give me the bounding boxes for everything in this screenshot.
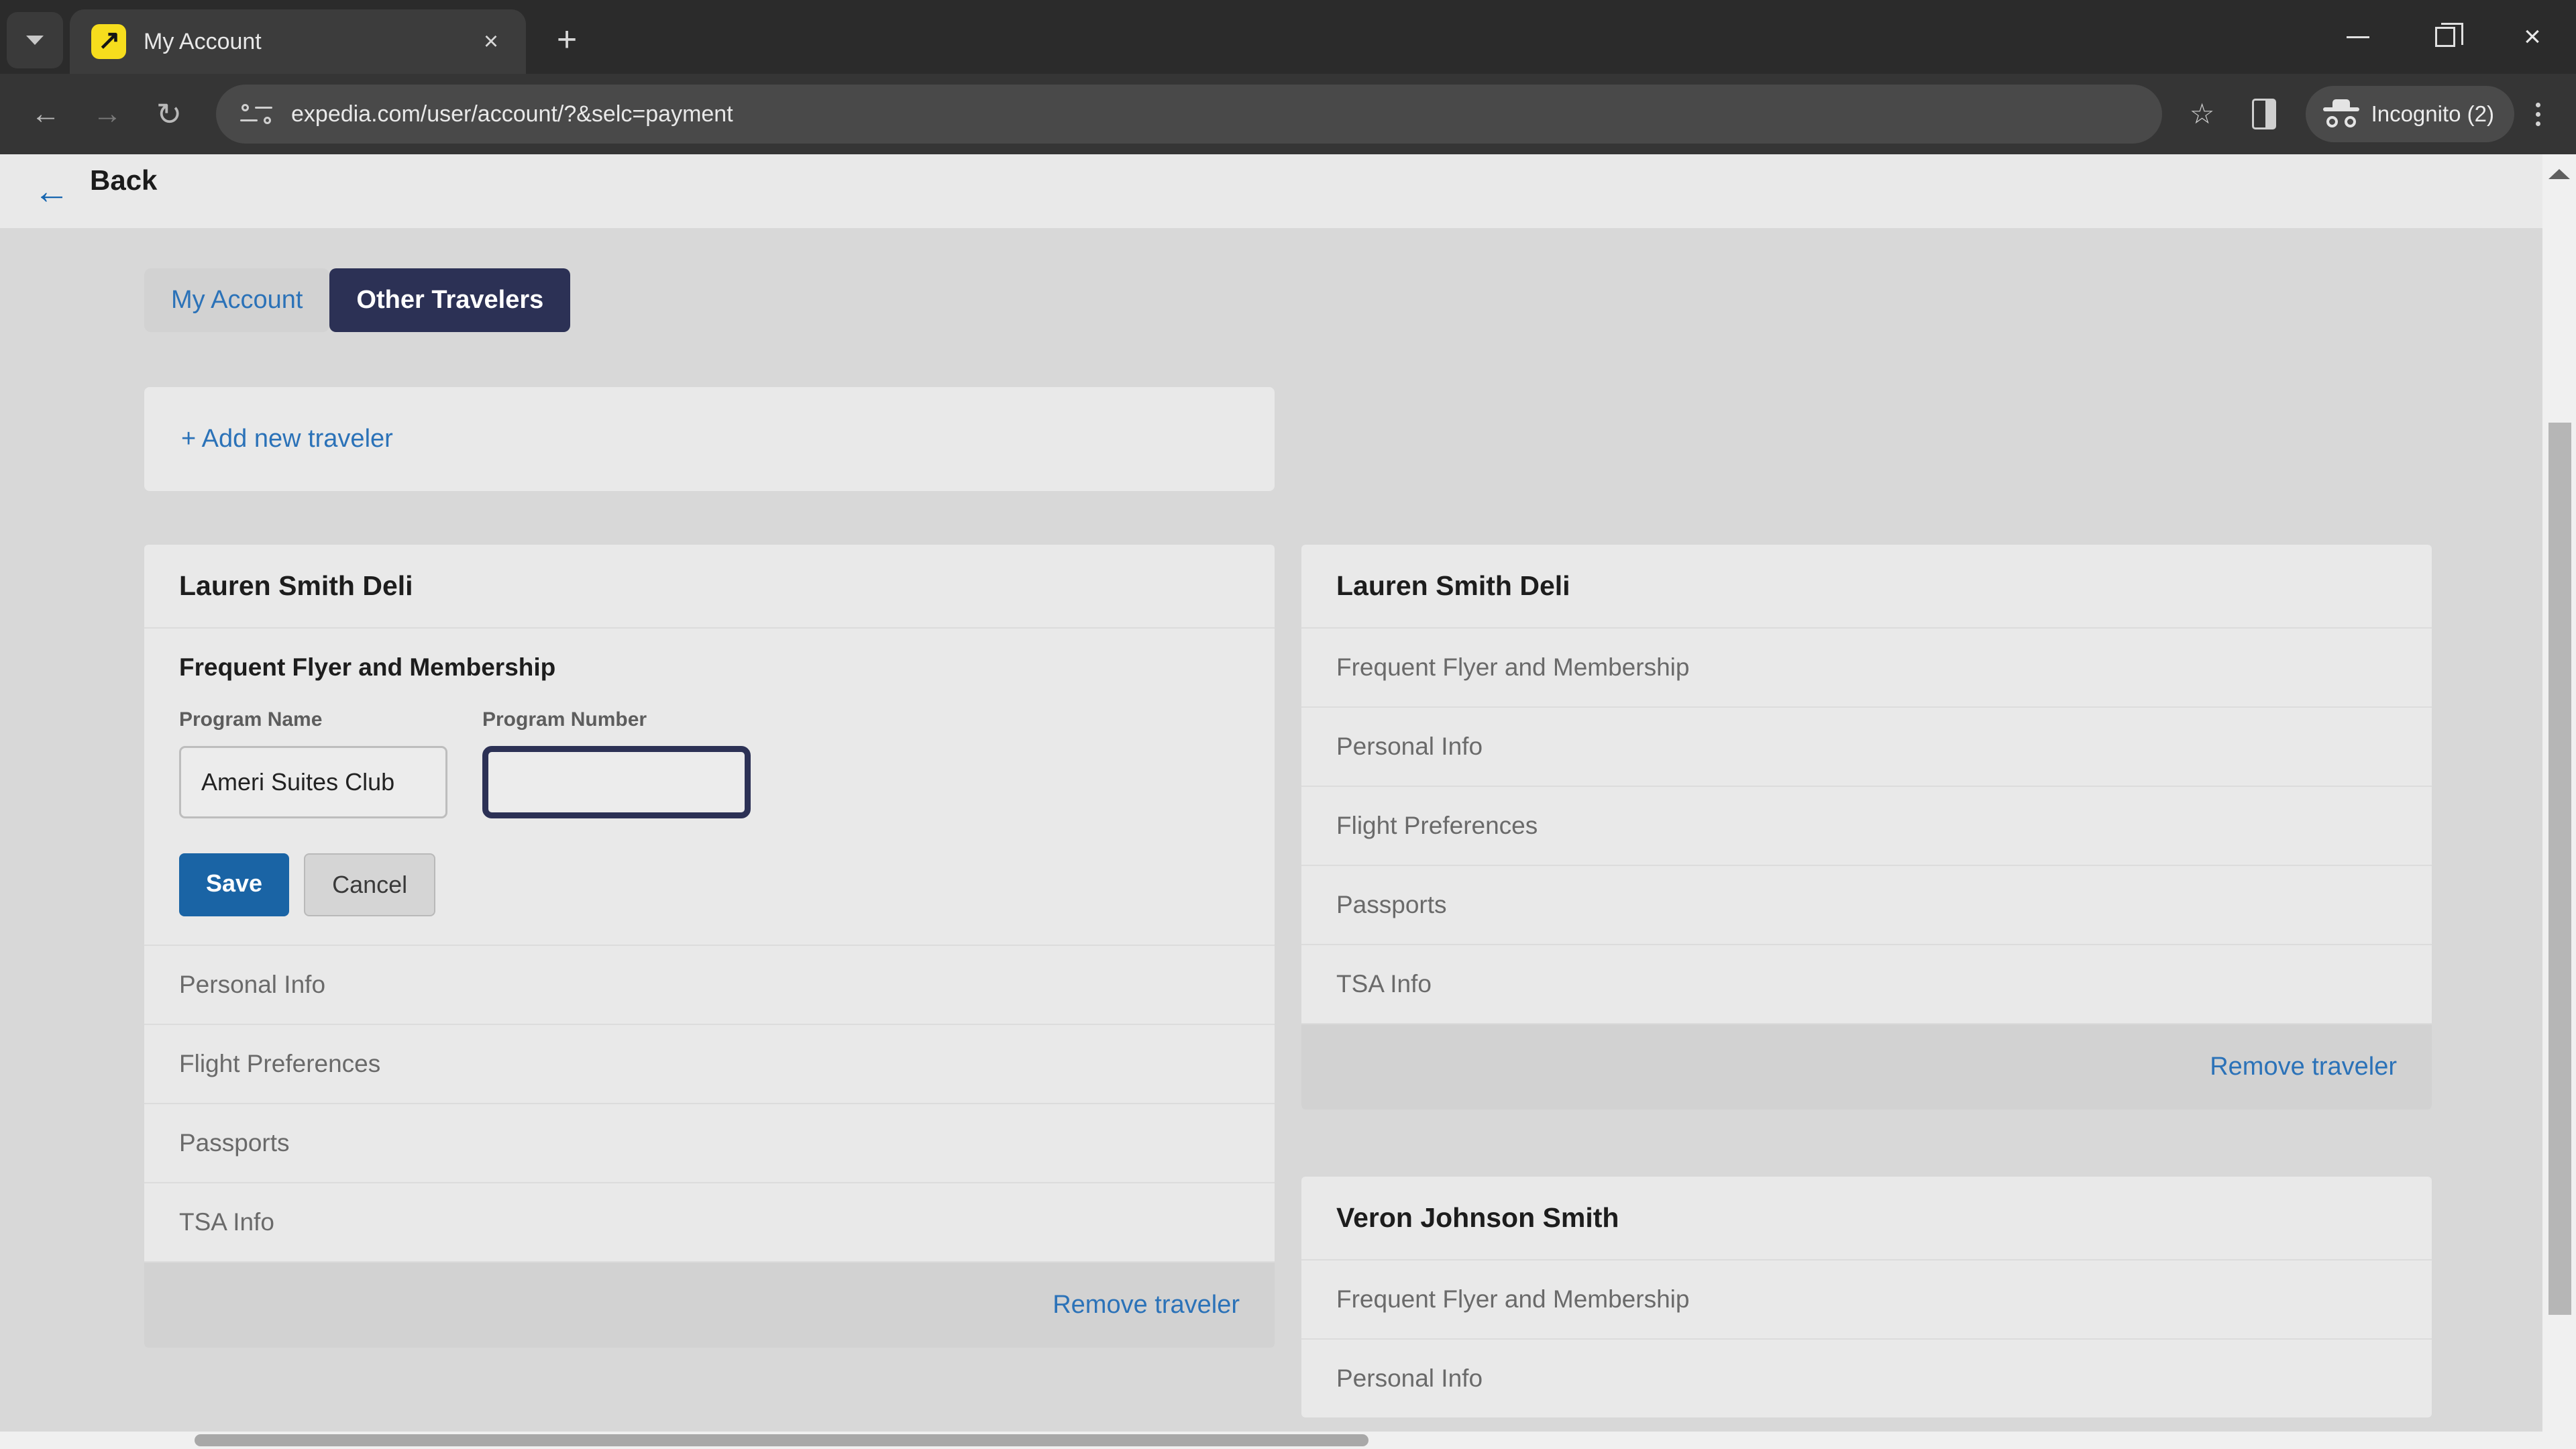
traveler-card-editing: Lauren Smith Deli Frequent Flyer and Mem… (144, 545, 1275, 1348)
new-tab-button[interactable]: + (537, 9, 597, 70)
minimize-button[interactable] (2314, 0, 2402, 74)
right-column: Lauren Smith Deli Frequent Flyer and Mem… (1301, 545, 2432, 1417)
traveler-card: Veron Johnson Smith Frequent Flyer and M… (1301, 1177, 2432, 1417)
program-number-label: Program Number (482, 708, 647, 731)
frequent-flyer-form: Program Name Ameri Suites Club Program N… (144, 688, 1275, 946)
close-icon[interactable]: × (474, 28, 508, 55)
close-icon: × (2524, 20, 2541, 53)
program-name-label: Program Name (179, 708, 323, 731)
horizontal-scrollbar[interactable] (0, 1432, 2542, 1449)
section-flight-preferences[interactable]: Flight Preferences (144, 1025, 1275, 1104)
add-new-traveler-link[interactable]: + Add new traveler (181, 425, 393, 453)
side-panel-button[interactable] (2233, 83, 2295, 145)
traveler-name: Veron Johnson Smith (1301, 1177, 2432, 1260)
section-personal-info[interactable]: Personal Info (1301, 708, 2432, 787)
section-frequent-flyer[interactable]: Frequent Flyer and Membership (1301, 1260, 2432, 1340)
tab-search-button[interactable] (7, 12, 63, 68)
program-name-field-group: Program Name Ameri Suites Club (179, 708, 447, 818)
section-personal-info[interactable]: Personal Info (1301, 1340, 2432, 1417)
traveler-name: Lauren Smith Deli (144, 545, 1275, 629)
horizontal-scrollbar-thumb[interactable] (195, 1434, 1368, 1446)
vertical-scrollbar-thumb[interactable] (2548, 423, 2571, 1315)
section-frequent-flyer[interactable]: Frequent Flyer and Membership (1301, 629, 2432, 708)
tab-my-account[interactable]: My Account (144, 268, 330, 332)
card-footer: Remove traveler (144, 1263, 1275, 1348)
url-text: expedia.com/user/account/?&selc=payment (291, 101, 733, 127)
traveler-card: Lauren Smith Deli Frequent Flyer and Mem… (1301, 545, 2432, 1110)
travelers-grid: Lauren Smith Deli Frequent Flyer and Mem… (144, 545, 2542, 1417)
form-actions: Save Cancel (179, 853, 1240, 916)
tab-other-travelers[interactable]: Other Travelers (329, 268, 571, 332)
back-arrow-icon[interactable]: ← (34, 173, 70, 209)
reload-icon: ↻ (156, 97, 182, 131)
add-new-traveler-panel[interactable]: + Add new traveler (144, 387, 1275, 491)
section-passports[interactable]: Passports (1301, 866, 2432, 945)
program-name-input[interactable]: Ameri Suites Club (179, 746, 447, 818)
section-passports[interactable]: Passports (144, 1104, 1275, 1183)
chevron-down-icon (26, 36, 44, 45)
incognito-label: Incognito (2) (2371, 101, 2494, 126)
card-footer: Remove traveler (1301, 1024, 2432, 1110)
site-settings-icon[interactable] (236, 94, 276, 134)
traveler-name: Lauren Smith Deli (1301, 545, 2432, 629)
forward-button[interactable]: → (76, 83, 138, 145)
save-button[interactable]: Save (179, 853, 290, 916)
back-button[interactable]: ← (15, 83, 76, 145)
section-tsa-info[interactable]: TSA Info (144, 1183, 1275, 1263)
remove-traveler-link[interactable]: Remove traveler (2210, 1053, 2397, 1081)
section-personal-info[interactable]: Personal Info (144, 946, 1275, 1025)
remove-traveler-link[interactable]: Remove traveler (1053, 1291, 1240, 1320)
page-viewport: ← Back My Account Other Travelers + Add … (0, 154, 2576, 1449)
program-number-field-group: Program Number (482, 708, 751, 818)
maximize-button[interactable] (2402, 0, 2489, 74)
section-frequent-flyer-header[interactable]: Frequent Flyer and Membership (144, 629, 1275, 688)
incognito-icon (2322, 99, 2359, 129)
window-controls: × (2314, 0, 2576, 74)
back-arrow-icon: ← (31, 97, 60, 130)
browser-tab[interactable]: ↗ My Account × (70, 9, 526, 74)
browser-toolbar: ← → ↻ expedia.com/user/account/?&selc=pa… (0, 74, 2576, 154)
browser-window: ↗ My Account × + × ← → ↻ expedia.com/use… (0, 0, 2576, 1449)
tab-title: My Account (144, 28, 262, 54)
cancel-button[interactable]: Cancel (304, 853, 436, 916)
side-panel-icon (2251, 99, 2276, 129)
window-close-button[interactable]: × (2489, 0, 2576, 74)
bookmark-button[interactable]: ☆ (2171, 83, 2233, 145)
address-bar[interactable]: expedia.com/user/account/?&selc=payment (216, 85, 2162, 144)
restore-icon (2435, 23, 2463, 47)
section-flight-preferences[interactable]: Flight Preferences (1301, 787, 2432, 866)
back-link[interactable]: Back (90, 164, 157, 197)
minimize-icon (2347, 36, 2369, 38)
expedia-favicon-icon: ↗ (91, 24, 126, 59)
star-icon: ☆ (2189, 98, 2215, 129)
left-column: Lauren Smith Deli Frequent Flyer and Mem… (144, 545, 1275, 1417)
reload-button[interactable]: ↻ (138, 83, 200, 145)
section-tsa-info[interactable]: TSA Info (1301, 945, 2432, 1024)
page-content: My Account Other Travelers + Add new tra… (0, 228, 2542, 1432)
tab-strip: ↗ My Account × + × (0, 0, 2576, 74)
vertical-scrollbar[interactable] (2542, 154, 2576, 1449)
forward-arrow-icon: → (93, 97, 122, 130)
program-number-input[interactable] (482, 746, 751, 818)
page-back-bar: ← Back (0, 154, 2542, 228)
account-tabs: My Account Other Travelers (144, 268, 2542, 332)
browser-menu-button[interactable] (2514, 102, 2561, 126)
incognito-profile-button[interactable]: Incognito (2) (2305, 86, 2514, 142)
scroll-up-arrow-icon[interactable] (2548, 169, 2570, 179)
